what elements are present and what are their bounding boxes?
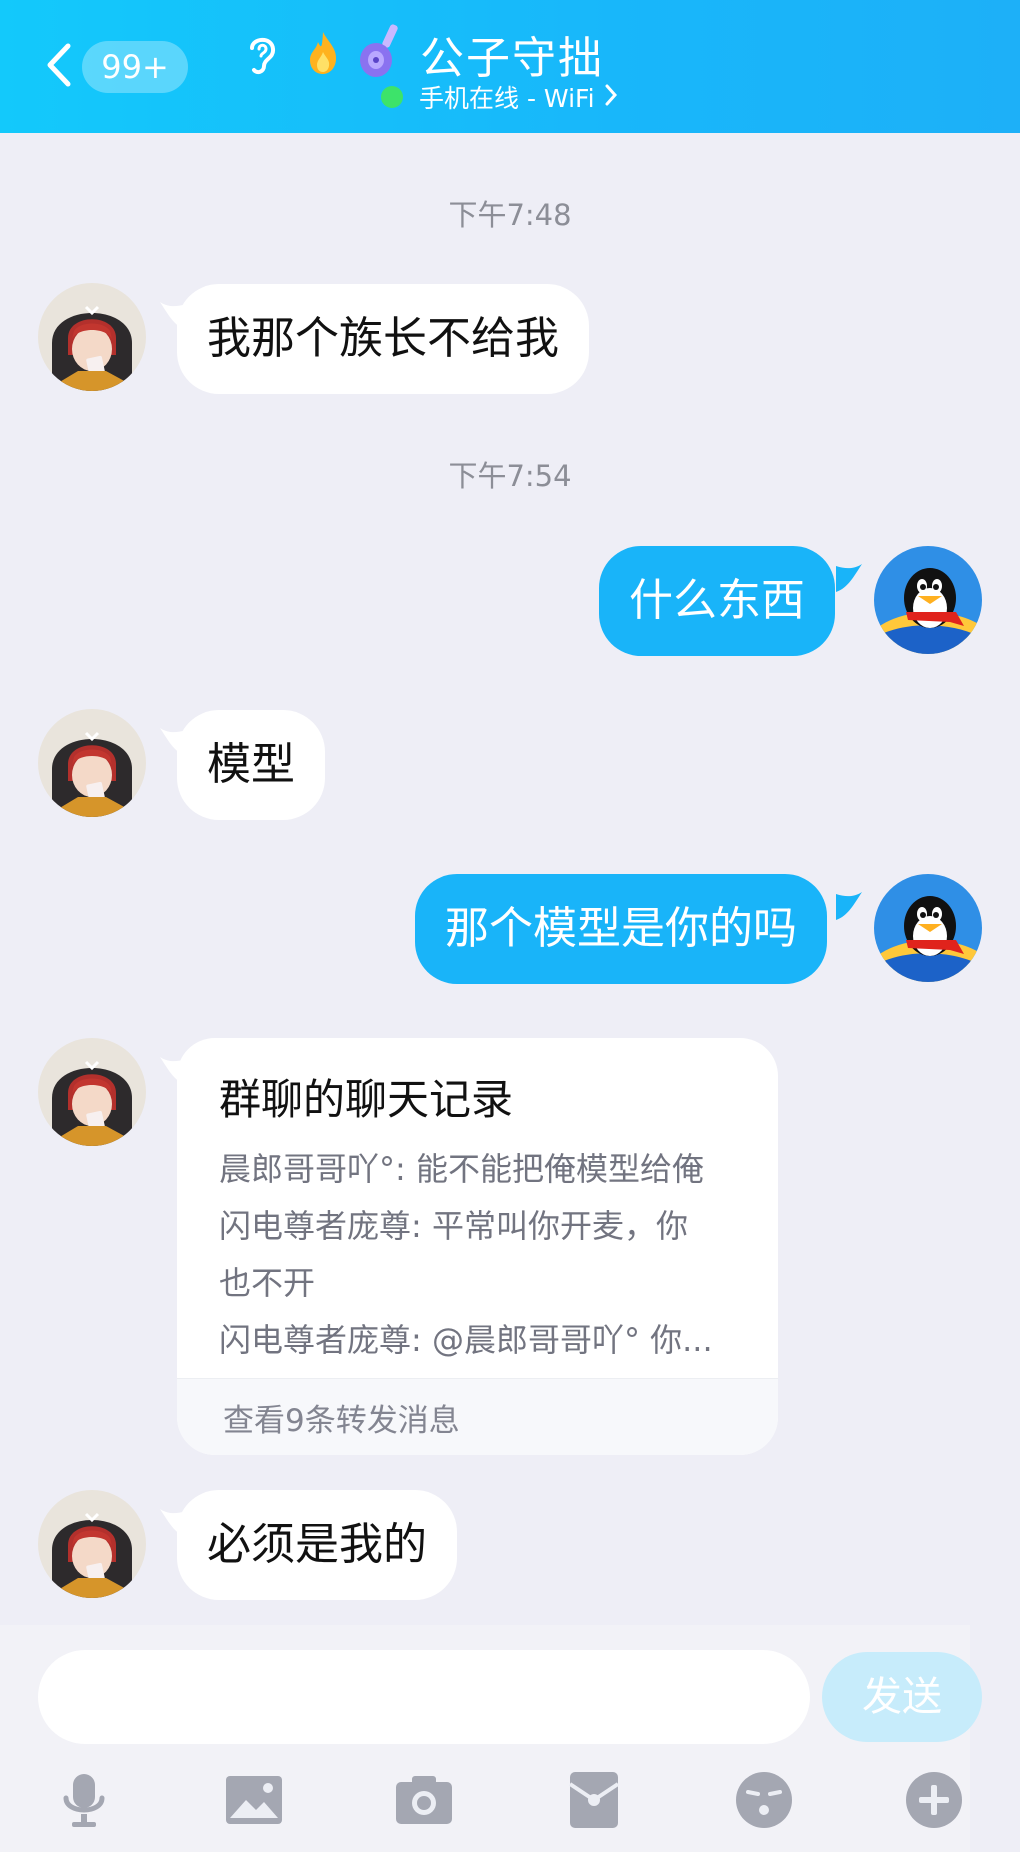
timestamp: 下午7:48 (448, 198, 572, 232)
forwarded-chat-card[interactable]: 群聊的聊天记录 晨郎哥哥吖°: 能不能把俺模型给俺 闪电尊者庞尊: 平常叫你开麦… (177, 1038, 778, 1455)
forward-preview-line: 晨郎哥哥吖°: 能不能把俺模型给俺 (219, 1150, 704, 1188)
message-input[interactable] (38, 1650, 810, 1744)
my-avatar[interactable] (874, 546, 982, 654)
forward-preview-line: 也不开 (219, 1264, 316, 1302)
online-status-text[interactable]: 手机在线 - WiFi (419, 79, 595, 115)
forward-card-footer[interactable]: 查看9条转发消息 (177, 1378, 778, 1455)
view-forwarded-link[interactable]: 查看9条转发消息 (223, 1395, 460, 1440)
contact-avatar[interactable] (38, 1038, 146, 1146)
outgoing-message[interactable]: 什么东西 (599, 546, 835, 656)
red-packet-icon[interactable] (564, 1770, 624, 1830)
incoming-message[interactable]: 我那个族长不给我 (177, 284, 589, 394)
contact-name[interactable]: 公子守拙 (420, 22, 604, 86)
incoming-message[interactable]: 模型 (177, 710, 325, 820)
bubble-tail (836, 564, 862, 592)
microphone-icon[interactable] (54, 1770, 114, 1830)
send-button[interactable]: 发送 (822, 1652, 982, 1742)
unread-badge[interactable]: 99+ (82, 41, 188, 93)
plus-icon[interactable] (904, 1770, 964, 1830)
chat-header: 99+ 公子守拙 手机在线 - WiFi (0, 0, 1020, 133)
flame-icon (310, 32, 337, 74)
ear-icon[interactable] (244, 32, 280, 78)
forward-card-title: 群聊的聊天记录 (219, 1075, 514, 1124)
my-avatar[interactable] (874, 874, 982, 982)
contact-avatar[interactable] (38, 283, 146, 391)
image-icon[interactable] (224, 1770, 284, 1830)
forward-preview-line: 闪电尊者庞尊: @晨郎哥哥吖° 你... (219, 1321, 713, 1359)
bubble-tail (836, 892, 862, 920)
incoming-message[interactable]: 必须是我的 (177, 1490, 457, 1600)
guitar-icon (360, 24, 398, 77)
forward-preview-line: 闪电尊者庞尊: 平常叫你开麦，你 (219, 1207, 688, 1245)
camera-icon[interactable] (394, 1770, 454, 1830)
timestamp: 下午7:54 (448, 459, 572, 493)
contact-avatar[interactable] (38, 1490, 146, 1598)
emoji-icon[interactable] (734, 1770, 794, 1830)
online-status-dot (381, 86, 403, 108)
chevron-right-icon[interactable] (604, 83, 618, 107)
outgoing-message[interactable]: 那个模型是你的吗 (415, 874, 827, 984)
back-chevron-icon[interactable] (40, 40, 80, 90)
contact-avatar[interactable] (38, 709, 146, 817)
